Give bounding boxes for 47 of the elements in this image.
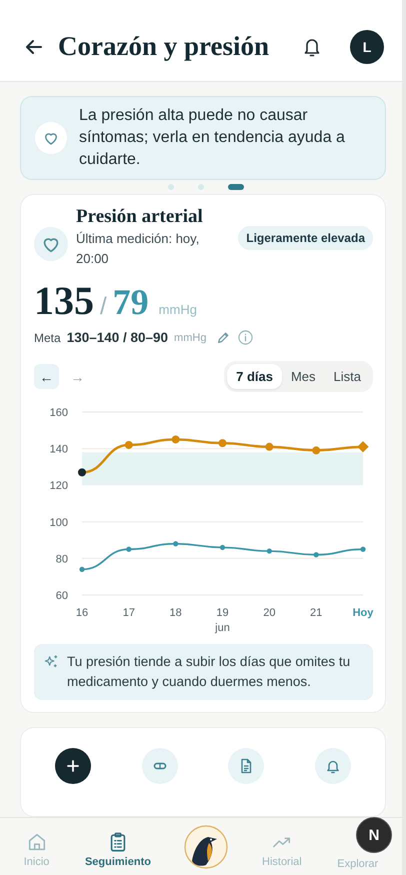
bell-icon — [324, 758, 341, 774]
range-tab[interactable]: 7 días — [227, 364, 282, 389]
goal-range: 130–140 / 80–90 — [66, 330, 168, 345]
systolic-value: 135 — [34, 277, 94, 324]
data-point[interactable] — [78, 468, 86, 476]
info-icon[interactable] — [238, 330, 254, 345]
x-axis-label: 17 — [122, 607, 135, 619]
pencil-icon[interactable] — [216, 330, 230, 344]
x-axis-label: 18 — [170, 607, 182, 619]
unit-label: mmHg — [158, 302, 197, 317]
tip-text: La presión alta puede no causar síntomas; verla en tendencia ayuda a cuidarte. — [79, 106, 346, 170]
card-title: Presión arterial — [76, 205, 204, 229]
unit-label: mmHg — [174, 332, 206, 344]
dev-tools-button[interactable]: N — [356, 817, 392, 853]
add-button[interactable] — [55, 748, 91, 784]
bell-button[interactable] — [314, 748, 351, 784]
y-axis-label: 80 — [56, 553, 68, 566]
insight-text: Tu presión tiende a subir los días que omites tu medicamento y cuando duermes menos. — [67, 653, 352, 691]
y-axis-label: 100 — [50, 516, 68, 529]
bird-avatar-icon[interactable] — [184, 824, 228, 868]
status-badge: Ligeramente elevada — [238, 226, 373, 250]
y-axis-label: 160 — [50, 407, 68, 419]
x-axis-title: jun — [215, 622, 230, 634]
page-title: Corazón y presión — [58, 31, 270, 62]
document-button[interactable] — [228, 748, 264, 784]
plus-icon — [65, 758, 81, 774]
pill-button[interactable] — [142, 748, 178, 784]
x-axis-label: 19 — [216, 607, 229, 619]
diastolic-value: 79 — [112, 281, 149, 323]
pager-dot[interactable] — [168, 184, 174, 190]
y-axis-label: 120 — [50, 480, 68, 492]
range-tab[interactable]: Lista — [324, 364, 370, 389]
profile-avatar[interactable]: L — [350, 30, 384, 64]
y-axis-label: 140 — [50, 444, 68, 456]
x-axis-label: Hoy — [352, 607, 374, 619]
value-separator: / — [100, 293, 107, 321]
last-measurement-text: Última medición: hoy, 20:00 — [76, 230, 200, 268]
pager-dot[interactable] — [198, 184, 204, 190]
goal-label: Meta — [34, 330, 61, 344]
x-axis-label: 20 — [263, 607, 276, 619]
x-axis-label: 16 — [76, 607, 88, 619]
y-axis-label: 60 — [56, 590, 68, 602]
range-tab[interactable]: Mes — [282, 364, 325, 389]
x-axis-label: 21 — [310, 607, 322, 619]
nav-tab[interactable]: Seguimiento — [82, 825, 153, 868]
sparkle-icon — [44, 654, 59, 669]
previous-button[interactable]: ← — [34, 364, 59, 389]
